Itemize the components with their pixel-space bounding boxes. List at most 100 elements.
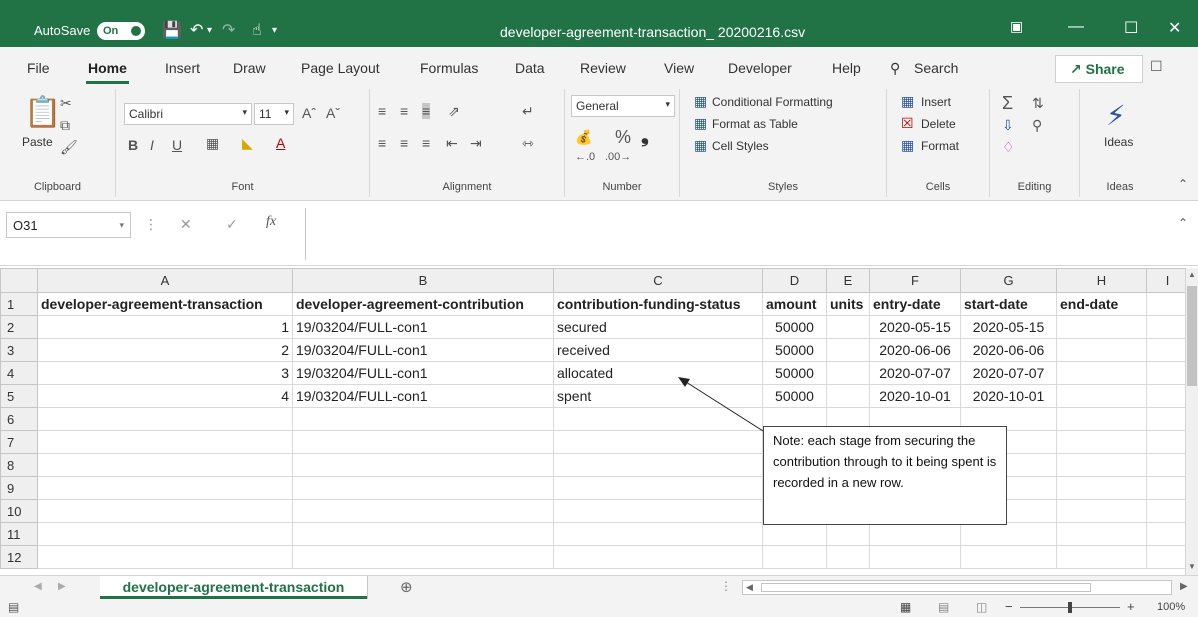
underline-icon[interactable]: U	[172, 137, 182, 153]
worksheet-grid[interactable]: ABCDEFGHI 1 developer-agreement-transacti…	[0, 268, 1198, 575]
decrease-font-icon[interactable]: Aˇ	[326, 105, 340, 121]
split-handle-icon[interactable]: ⋮	[720, 579, 732, 593]
font-family-select[interactable]: Calibri ▾	[124, 103, 252, 125]
paste-icon[interactable]: 📋	[24, 95, 61, 130]
tab-view[interactable]: View	[664, 60, 694, 76]
next-sheet-icon[interactable]: ▶	[58, 581, 66, 592]
align-left-icon[interactable]: ≡	[378, 135, 386, 151]
expand-formula-icon[interactable]: ⌃	[1178, 216, 1188, 230]
align-right-icon[interactable]: ≡	[422, 135, 430, 151]
collapse-ribbon-icon[interactable]: ⌃	[1178, 177, 1188, 191]
copy-icon[interactable]: ⧉	[60, 117, 70, 134]
ribbon-display-icon[interactable]: ▣	[1010, 18, 1023, 35]
number-format-select[interactable]: General ▾	[571, 95, 675, 117]
format-cells-button[interactable]: Format	[921, 139, 959, 153]
tab-review[interactable]: Review	[580, 60, 626, 76]
percent-style-icon[interactable]: %	[615, 127, 631, 148]
increase-font-icon[interactable]: Aˆ	[302, 105, 316, 121]
align-center-icon[interactable]: ≡	[400, 135, 408, 151]
tab-file[interactable]: File	[27, 60, 50, 76]
borders-icon[interactable]: ▦	[206, 135, 219, 152]
page-break-view-icon[interactable]: ◫	[976, 600, 987, 614]
insert-function-icon[interactable]: fx	[266, 214, 276, 230]
cell-styles-button[interactable]: Cell Styles	[712, 139, 769, 153]
clear-icon[interactable]: ♢	[1002, 139, 1015, 156]
font-color-icon[interactable]: A	[276, 135, 285, 151]
vertical-scrollbar[interactable]: ▲ ▼	[1185, 268, 1198, 575]
orientation-icon[interactable]: ⇗	[448, 103, 460, 120]
increase-indent-icon[interactable]: ⇥	[470, 135, 482, 152]
autosum-icon[interactable]: Σ	[1002, 93, 1013, 114]
scroll-left-icon[interactable]: ◀	[746, 582, 753, 593]
tab-formulas[interactable]: Formulas	[420, 60, 478, 76]
tab-page-layout[interactable]: Page Layout	[301, 60, 380, 76]
insert-cells-button[interactable]: Insert	[921, 95, 951, 109]
search-label[interactable]: Search	[914, 60, 958, 76]
align-top-icon[interactable]: ≡	[378, 103, 386, 119]
tab-data[interactable]: Data	[515, 60, 545, 76]
tab-home[interactable]: Home	[86, 60, 129, 84]
align-bottom-icon[interactable]: ≡	[422, 103, 431, 119]
prev-sheet-icon[interactable]: ◀	[34, 581, 42, 592]
maximize-icon[interactable]: ☐	[1124, 18, 1138, 38]
fill-icon[interactable]: ⇩	[1002, 117, 1014, 134]
ideas-icon[interactable]: ⚡	[1106, 99, 1126, 132]
decrease-decimal-icon[interactable]: .00→	[605, 151, 631, 163]
bold-icon[interactable]: B	[128, 137, 138, 153]
search-icon[interactable]: ⚲	[890, 60, 900, 77]
paste-button[interactable]: Paste	[22, 135, 53, 149]
format-as-table-button[interactable]: Format as Table	[712, 117, 798, 131]
undo-icon[interactable]: ↶	[190, 20, 203, 40]
add-sheet-icon[interactable]: ⊕	[400, 578, 413, 596]
name-box[interactable]: O31 ▾	[6, 212, 131, 238]
merge-center-icon[interactable]: ⇿	[522, 135, 534, 152]
sort-filter-icon[interactable]: ⇅	[1032, 95, 1044, 112]
zoom-level[interactable]: 100%	[1157, 601, 1185, 613]
zoom-out-icon[interactable]: −	[1005, 599, 1013, 614]
accounting-format-icon[interactable]: 💰	[575, 129, 592, 146]
formula-input[interactable]	[305, 208, 1185, 260]
italic-icon[interactable]: I	[150, 137, 154, 153]
zoom-in-icon[interactable]: +	[1127, 599, 1135, 614]
scroll-thumb[interactable]	[1187, 286, 1197, 386]
autosave-toggle[interactable]: On	[97, 22, 145, 40]
scroll-down-icon[interactable]: ▼	[1188, 562, 1196, 571]
note-callout[interactable]: Note: each stage from securing the contr…	[763, 426, 1007, 525]
delete-cells-button[interactable]: Delete	[921, 117, 956, 131]
ideas-button[interactable]: Ideas	[1104, 135, 1133, 149]
enter-icon[interactable]: ✓	[226, 216, 238, 233]
scroll-right-icon[interactable]: ▶	[1180, 581, 1188, 592]
cancel-icon[interactable]: ✕	[180, 216, 192, 233]
tab-developer[interactable]: Developer	[728, 60, 792, 76]
format-painter-icon[interactable]: 🖌	[60, 139, 78, 156]
find-select-icon[interactable]: ⚲	[1032, 117, 1042, 134]
comma-style-icon[interactable]: ❟	[641, 125, 649, 148]
conditional-formatting-button[interactable]: Conditional Formatting	[712, 95, 833, 109]
minimize-icon[interactable]: —	[1068, 18, 1084, 36]
undo-dropdown-icon[interactable]: ▾	[207, 25, 212, 36]
zoom-slider-thumb[interactable]	[1068, 602, 1072, 613]
more-icon: ⋮	[144, 216, 158, 232]
sheet-tab-active[interactable]: developer-agreement-transaction	[100, 576, 367, 599]
wrap-text-icon[interactable]: ↵	[522, 103, 534, 120]
fill-color-icon[interactable]: ◣	[242, 135, 253, 152]
scroll-up-icon[interactable]: ▲	[1188, 270, 1196, 279]
hscroll-thumb[interactable]	[761, 583, 1091, 592]
normal-view-icon[interactable]: ▦	[900, 600, 911, 614]
tab-draw[interactable]: Draw	[233, 60, 266, 76]
customize-qat-icon[interactable]: ▾	[272, 25, 277, 36]
share-button[interactable]: ↗ Share	[1055, 55, 1143, 83]
close-icon[interactable]: ✕	[1168, 18, 1181, 38]
save-icon[interactable]: 💾	[162, 20, 182, 40]
tab-help[interactable]: Help	[832, 60, 861, 76]
increase-decimal-icon[interactable]: ←.0	[575, 151, 595, 163]
decrease-indent-icon[interactable]: ⇤	[446, 135, 458, 152]
page-layout-view-icon[interactable]: ▤	[938, 600, 949, 614]
font-size-select[interactable]: 11 ▾	[254, 103, 294, 125]
align-middle-icon[interactable]: ≡	[400, 103, 408, 119]
touch-mode-icon[interactable]: ☝	[252, 20, 262, 40]
comments-icon[interactable]: ☐	[1150, 58, 1163, 75]
tab-insert[interactable]: Insert	[165, 60, 200, 76]
cut-icon[interactable]: ✂	[60, 95, 72, 112]
horizontal-scrollbar[interactable]: ◀	[742, 580, 1172, 595]
